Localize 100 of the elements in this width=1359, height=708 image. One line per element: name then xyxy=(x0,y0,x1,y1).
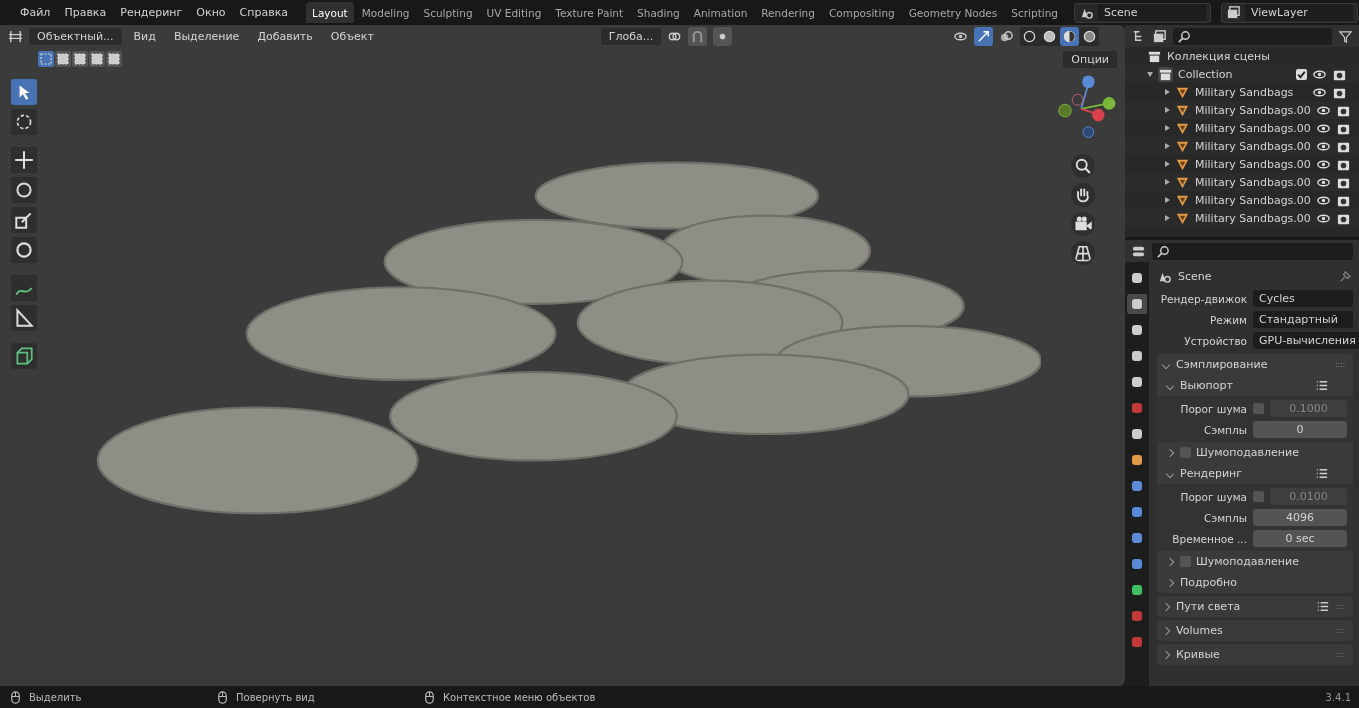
scene-selector[interactable]: Scene xyxy=(1074,2,1211,23)
drag-handle-icon[interactable] xyxy=(1335,361,1347,368)
field-label: Порог шума xyxy=(1179,402,1247,415)
workspace-tab[interactable]: Layout xyxy=(306,2,354,23)
dropdown[interactable]: Cycles xyxy=(1253,290,1353,307)
workspace-tab[interactable]: Rendering xyxy=(755,2,821,23)
workspace-tab[interactable]: Compositing xyxy=(822,2,901,23)
select-mode-icon[interactable] xyxy=(55,51,71,67)
orientation-dropdown[interactable]: Глоба... xyxy=(600,27,662,45)
scene-collection-label[interactable]: Коллекция сцены xyxy=(1167,49,1270,63)
presets-icon[interactable] xyxy=(1315,599,1330,614)
expand-arrow-icon[interactable] xyxy=(1165,125,1170,131)
subpanel-title[interactable]: Шумоподавление xyxy=(1196,555,1329,568)
number-field[interactable]: 4096 xyxy=(1253,509,1347,526)
proportional-icon[interactable] xyxy=(713,26,733,46)
workspace-tab[interactable]: Geometry Nodes xyxy=(902,2,1004,23)
menu-item[interactable]: Вид xyxy=(127,26,162,46)
menu-item[interactable]: Правка xyxy=(58,3,113,22)
magnet-icon[interactable] xyxy=(688,26,708,46)
search-field[interactable] xyxy=(1173,27,1332,45)
tool-icon[interactable] xyxy=(11,343,37,369)
object-name[interactable]: Military Sandbags.00 xyxy=(1195,175,1311,189)
number-field[interactable]: 0 sec xyxy=(1253,530,1347,547)
select-mode-icon[interactable] xyxy=(106,51,122,67)
workspace-tab[interactable]: Texture Paint xyxy=(549,2,630,23)
subpanel-title[interactable]: Рендеринг xyxy=(1180,467,1309,480)
subpanel-title[interactable]: Шумоподавление xyxy=(1196,446,1329,459)
expand-arrow-icon[interactable] xyxy=(1165,143,1170,149)
menu-item[interactable]: Справка xyxy=(233,3,295,22)
options-dropdown[interactable]: Опции xyxy=(1063,50,1117,68)
subpanel-title[interactable]: Выюпорт xyxy=(1180,379,1309,392)
tool-icon[interactable] xyxy=(11,109,37,135)
overlays-icon[interactable] xyxy=(999,28,1014,44)
workspace-tab[interactable]: Shading xyxy=(631,2,686,23)
checkbox[interactable] xyxy=(1253,491,1264,502)
object-name[interactable]: Military Sandbags.00 xyxy=(1195,121,1311,135)
view-layer-selector[interactable]: ViewLayer xyxy=(1221,2,1358,23)
expand-arrow-icon[interactable] xyxy=(1165,161,1170,167)
checkbox[interactable] xyxy=(1253,403,1264,414)
drag-handle-icon[interactable] xyxy=(1335,603,1347,610)
object-name[interactable]: Military Sandbags.00 xyxy=(1195,157,1311,171)
zoom-icon[interactable] xyxy=(1071,154,1095,178)
tool-icon[interactable] xyxy=(11,207,37,233)
collection-icon xyxy=(1158,66,1173,82)
select-mode-icon[interactable] xyxy=(38,51,54,67)
gizmo-toggle-icon[interactable] xyxy=(974,26,993,46)
tool-icon[interactable] xyxy=(11,275,37,301)
presets-icon[interactable] xyxy=(1314,378,1329,393)
expand-arrow-icon[interactable] xyxy=(1147,71,1153,77)
expand-arrow-icon[interactable] xyxy=(1165,179,1170,185)
tool-icon[interactable] xyxy=(11,177,37,203)
mode-dropdown[interactable]: Объектный... xyxy=(29,27,122,45)
search-field[interactable] xyxy=(1152,242,1353,260)
drag-handle-icon[interactable] xyxy=(1335,651,1347,658)
workspace-tab[interactable]: Animation xyxy=(687,2,754,23)
filter-icon[interactable] xyxy=(1338,28,1353,44)
image-stack-icon[interactable] xyxy=(1152,28,1167,44)
workspace-tab[interactable]: UV Editing xyxy=(480,2,548,23)
expand-arrow-icon[interactable] xyxy=(1165,89,1170,95)
shading-mode-icon[interactable] xyxy=(1060,26,1079,46)
grid-icon[interactable] xyxy=(1071,241,1095,265)
properties-tab-icon[interactable] xyxy=(1127,294,1147,314)
dropdown[interactable]: GPU-вычисления xyxy=(1253,332,1359,349)
tool-icon[interactable] xyxy=(11,147,37,173)
menu-item[interactable]: Выделение xyxy=(167,26,246,46)
hand-icon[interactable] xyxy=(1071,183,1095,207)
menu-item[interactable]: Рендеринг xyxy=(114,3,189,22)
menu-item[interactable]: Добавить xyxy=(251,26,319,46)
subpanel-title[interactable]: Подробно xyxy=(1180,576,1329,589)
checkbox[interactable] xyxy=(1180,447,1191,458)
object-name[interactable]: Military Sandbags.00 xyxy=(1195,193,1311,207)
menu-item[interactable]: Окно xyxy=(190,3,232,22)
collection-name[interactable]: Collection xyxy=(1178,67,1291,81)
expand-arrow-icon[interactable] xyxy=(1165,215,1170,221)
checkbox[interactable] xyxy=(1296,68,1307,80)
menu-item[interactable]: Объект xyxy=(324,26,380,46)
select-mode-icon[interactable] xyxy=(72,51,88,67)
tool-icon[interactable] xyxy=(11,305,37,331)
expand-arrow-icon[interactable] xyxy=(1165,107,1170,113)
drag-handle-icon[interactable] xyxy=(1335,627,1347,634)
panel-title[interactable]: Сэмплирование xyxy=(1176,358,1330,371)
expand-arrow-icon[interactable] xyxy=(1165,197,1170,203)
object-name[interactable]: Military Sandbags.00 xyxy=(1195,211,1311,225)
pin-icon[interactable] xyxy=(1338,268,1353,284)
object-name[interactable]: Military Sandbags.00 xyxy=(1195,103,1311,117)
workspace-tab[interactable]: Modeling xyxy=(355,2,416,23)
object-name[interactable]: Military Sandbags xyxy=(1195,85,1307,99)
editor-type-icon[interactable] xyxy=(8,28,23,44)
workspace-tab[interactable]: Scripting xyxy=(1005,2,1064,23)
number-field[interactable]: 0 xyxy=(1253,421,1347,438)
select-mode-icon[interactable] xyxy=(89,51,105,67)
object-name[interactable]: Military Sandbags.00 xyxy=(1195,139,1311,153)
checkbox[interactable] xyxy=(1180,556,1191,567)
dropdown[interactable]: Стандартный xyxy=(1253,311,1353,328)
presets-icon[interactable] xyxy=(1314,466,1329,481)
tool-icon[interactable] xyxy=(11,237,37,263)
menu-item[interactable]: Файл xyxy=(14,3,57,22)
tool-icon[interactable] xyxy=(11,79,37,105)
workspace-tab[interactable]: Sculpting xyxy=(417,2,479,23)
camera-icon[interactable] xyxy=(1071,212,1095,236)
